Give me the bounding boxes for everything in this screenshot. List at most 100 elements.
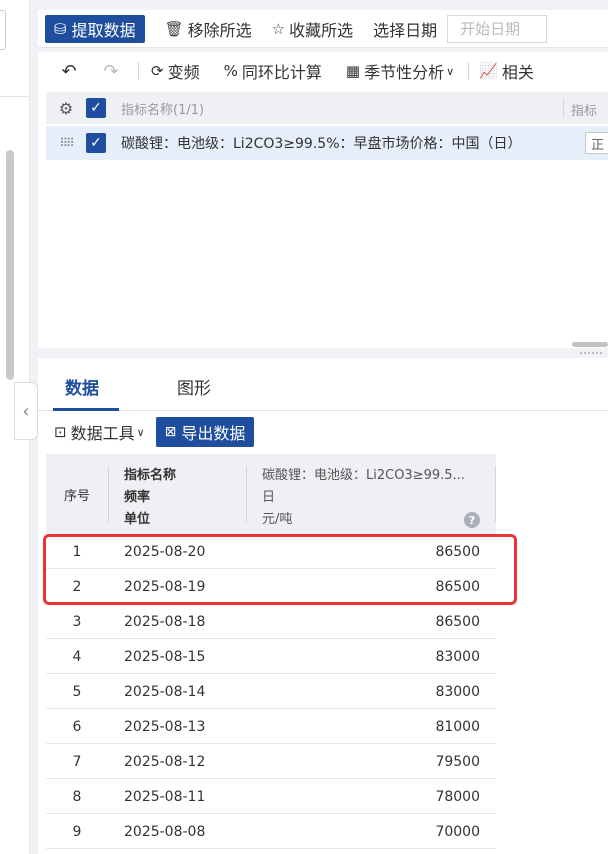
table-row[interactable]: 5 2025-08-14 83000 bbox=[46, 674, 496, 709]
related-label: 相关 bbox=[501, 63, 534, 82]
trash-icon: 🗑 bbox=[164, 19, 184, 38]
indicator-table-header: ⚙ ✓ 指标名称(1/1) 指标 bbox=[46, 92, 608, 124]
left-scrollbar[interactable] bbox=[6, 150, 14, 380]
table-row[interactable]: 4 2025-08-15 83000 bbox=[46, 639, 496, 674]
row-value: 81000 bbox=[435, 718, 480, 735]
series-name: 碳酸锂：电池级：Li2CO3≥99.5... bbox=[262, 468, 465, 483]
data-table: 序号 指标名称 频率 单位 碳酸锂：电池级：Li2CO3≥99.5... 日 元… bbox=[46, 454, 496, 849]
series-unit: 元/吨 bbox=[262, 512, 293, 527]
excel-icon: ⊠ bbox=[164, 424, 177, 440]
indicator-name: 碳酸锂：电池级：Li2CO3≥99.5%：早盘市场价格：中国（日） bbox=[121, 136, 522, 152]
data-panel: 数据 图形 ⊡ 数据工具 ∨ ⊠ 导出数据 序号 指标名称 频率 单位 碳酸锂：… bbox=[38, 358, 608, 854]
row-date: 2025-08-18 bbox=[124, 613, 206, 630]
row-value: 86500 bbox=[435, 613, 480, 630]
row-value: 70000 bbox=[435, 823, 480, 840]
row-seq: 1 bbox=[72, 543, 82, 560]
row-date: 2025-08-19 bbox=[124, 578, 206, 595]
table-row[interactable]: 3 2025-08-18 86500 bbox=[46, 604, 496, 639]
data-tools-label: 数据工具 bbox=[70, 424, 135, 443]
undo-icon[interactable]: ↶ bbox=[56, 61, 82, 82]
seasonal-analysis-label: 季节性分析 bbox=[364, 63, 445, 82]
seq-header: 序号 bbox=[63, 488, 90, 504]
table-row[interactable]: 9 2025-08-08 70000 bbox=[46, 814, 496, 849]
data-tools-dropdown[interactable]: ⊡ 数据工具 ∨ bbox=[54, 420, 145, 444]
row-value: 79500 bbox=[435, 753, 480, 770]
row-date: 2025-08-11 bbox=[124, 788, 206, 805]
seasonal-analysis-dropdown[interactable]: ▦ 季节性分析 ∨ bbox=[346, 59, 454, 83]
meta-header: 指标名称 频率 单位 bbox=[124, 465, 176, 531]
series-freq: 日 bbox=[262, 490, 276, 505]
help-icon[interactable]: ? bbox=[464, 512, 480, 528]
favorite-selected-button[interactable]: ☆ 收藏所选 bbox=[272, 17, 353, 41]
select-all-checkbox[interactable]: ✓ bbox=[86, 98, 106, 118]
meta-freq-label: 频率 bbox=[124, 490, 151, 505]
data-tools-bar: ⊡ 数据工具 ∨ ⊠ 导出数据 bbox=[54, 417, 255, 447]
row-date: 2025-08-13 bbox=[124, 718, 206, 735]
row-checkbox[interactable]: ✓ bbox=[86, 133, 106, 153]
fetch-data-button[interactable]: ⛁ 提取数据 bbox=[45, 14, 145, 43]
collapse-panel-button[interactable]: ‹ bbox=[14, 382, 38, 440]
export-data-button[interactable]: ⊠ 导出数据 bbox=[155, 417, 255, 447]
row-seq: 6 bbox=[72, 718, 82, 735]
remove-selected-label: 移除所选 bbox=[187, 20, 252, 40]
data-table-header: 序号 指标名称 频率 单位 碳酸锂：电池级：Li2CO3≥99.5... 日 元… bbox=[46, 454, 496, 534]
table-row[interactable]: 8 2025-08-11 78000 bbox=[46, 779, 496, 814]
table-row[interactable]: 1 2025-08-20 86500 bbox=[46, 534, 496, 569]
yoy-mom-button[interactable]: % 同环比计算 bbox=[224, 59, 322, 83]
export-data-label: 导出数据 bbox=[181, 424, 246, 443]
row-seq: 3 bbox=[72, 613, 82, 630]
panel-splitter[interactable] bbox=[38, 348, 608, 358]
row-value: 86500 bbox=[435, 578, 480, 595]
line-chart-icon: 📈 bbox=[479, 62, 498, 80]
star-icon: ☆ bbox=[271, 19, 286, 38]
row-seq: 5 bbox=[72, 683, 82, 700]
frequency-button[interactable]: ⟳ 变频 bbox=[151, 59, 200, 83]
tab-data[interactable]: 数据 bbox=[53, 374, 119, 411]
remove-selected-button[interactable]: 🗑 移除所选 bbox=[165, 17, 252, 41]
tab-chart[interactable]: 图形 bbox=[177, 374, 211, 399]
toolbox-icon: ⊡ bbox=[54, 423, 67, 441]
row-date: 2025-08-12 bbox=[124, 753, 206, 770]
series-header: 碳酸锂：电池级：Li2CO3≥99.5... 日 元/吨 bbox=[262, 465, 465, 531]
row-value: 83000 bbox=[435, 648, 480, 665]
row-value: 83000 bbox=[435, 683, 480, 700]
row-seq: 4 bbox=[72, 648, 82, 665]
redo-icon[interactable]: ↷ bbox=[98, 61, 124, 82]
select-date-label: 选择日期 bbox=[373, 20, 438, 40]
percent-icon: % bbox=[223, 62, 238, 80]
indicator-column-header: 指标 bbox=[562, 98, 597, 119]
indicator-row[interactable]: ⠿⠿ ✓ 碳酸锂：电池级：Li2CO3≥99.5%：早盘市场价格：中国（日） 正 bbox=[46, 126, 608, 160]
indicator-status-field[interactable]: 正 bbox=[585, 132, 608, 154]
row-date: 2025-08-20 bbox=[124, 543, 206, 560]
refresh-icon: ⟳ bbox=[151, 62, 164, 80]
frequency-label: 变频 bbox=[167, 63, 200, 82]
related-button[interactable]: 📈 相关 bbox=[479, 59, 534, 83]
calendar-icon: ▦ bbox=[345, 62, 361, 80]
left-panel-edge bbox=[0, 10, 6, 50]
header-divider bbox=[108, 466, 109, 522]
row-date: 2025-08-15 bbox=[124, 648, 206, 665]
table-row[interactable]: 2 2025-08-19 86500 bbox=[46, 569, 496, 604]
row-seq: 7 bbox=[72, 753, 82, 770]
row-date: 2025-08-08 bbox=[124, 823, 206, 840]
left-divider bbox=[0, 96, 30, 97]
yoy-mom-label: 同环比计算 bbox=[241, 63, 322, 82]
drag-handle-icon[interactable]: ⠿⠿ bbox=[46, 136, 86, 150]
top-toolbar: ⛁ 提取数据 🗑 移除所选 ☆ 收藏所选 选择日期 开始日期 bbox=[38, 10, 608, 48]
horizontal-scrollbar[interactable] bbox=[572, 342, 608, 347]
row-seq: 2 bbox=[72, 578, 82, 595]
start-date-input[interactable]: 开始日期 bbox=[447, 14, 548, 43]
chevron-down-icon: ∨ bbox=[446, 64, 455, 78]
header-divider bbox=[246, 466, 247, 522]
database-icon: ⛁ bbox=[54, 19, 67, 38]
fetch-data-label: 提取数据 bbox=[71, 20, 136, 40]
chevron-down-icon: ∨ bbox=[136, 425, 145, 439]
row-seq: 9 bbox=[72, 823, 82, 840]
table-row[interactable]: 7 2025-08-12 79500 bbox=[46, 744, 496, 779]
table-row[interactable]: 6 2025-08-13 81000 bbox=[46, 709, 496, 744]
toolbar-divider bbox=[468, 62, 470, 80]
chevron-left-icon: ‹ bbox=[22, 400, 30, 422]
row-seq: 8 bbox=[72, 788, 82, 805]
indicator-name-header: 指标名称(1/1) bbox=[121, 102, 205, 118]
gear-icon[interactable]: ⚙ bbox=[46, 99, 86, 118]
